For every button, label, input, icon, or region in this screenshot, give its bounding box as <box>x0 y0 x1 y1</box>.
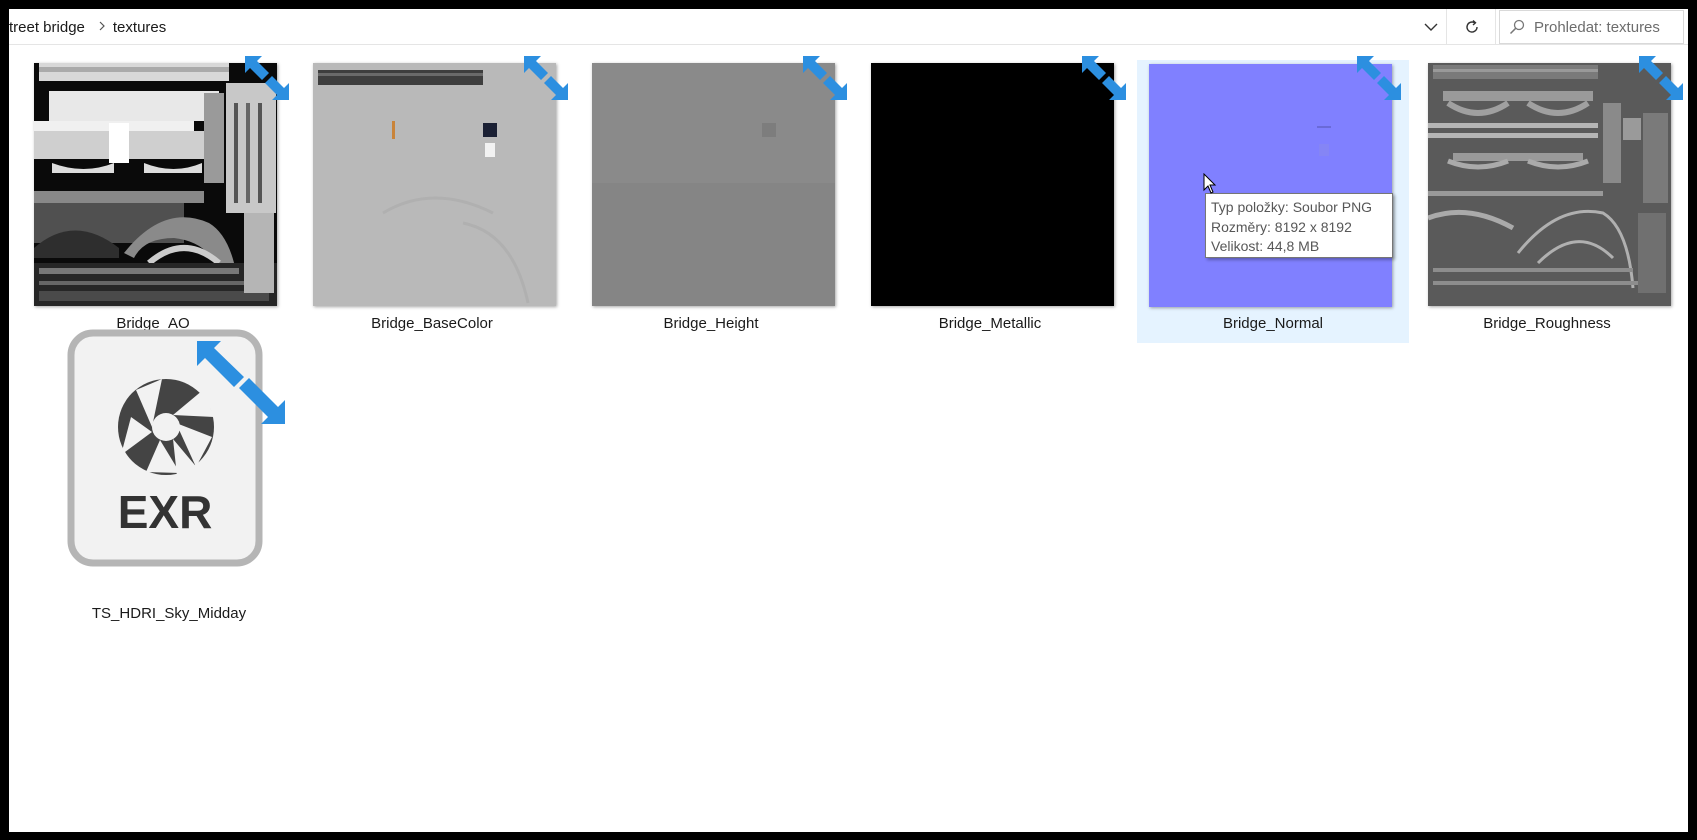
file-item[interactable]: Bridge_AO <box>17 56 289 339</box>
compressed-overlay-icon <box>245 56 289 100</box>
divider <box>1495 9 1496 45</box>
breadcrumb-item-current[interactable]: textures <box>113 19 172 36</box>
search-input[interactable] <box>1534 18 1679 36</box>
compressed-overlay-icon <box>524 56 568 100</box>
file-item[interactable]: Bridge_Roughness <box>1411 56 1683 339</box>
mouse-cursor-icon <box>1203 173 1217 194</box>
exr-file-icon: EXR <box>67 329 285 567</box>
search-icon <box>1500 11 1534 43</box>
tooltip-type: Typ položky: Soubor PNG <box>1211 199 1373 215</box>
texture-thumbnail <box>34 63 277 306</box>
compressed-overlay-icon <box>1639 56 1683 100</box>
file-name[interactable]: Bridge_Normal <box>1137 315 1409 332</box>
file-item[interactable]: EXR TS_HDRI_Sky_Midday <box>49 329 289 629</box>
file-name[interactable]: Bridge_BaseColor <box>296 315 568 332</box>
file-item[interactable]: Bridge_BaseColor <box>296 56 568 339</box>
texture-thumbnail <box>1149 64 1392 307</box>
chevron-down-icon <box>1424 23 1438 31</box>
breadcrumb-item-parent[interactable]: treet bridge <box>9 19 91 36</box>
file-name[interactable]: Bridge_Height <box>575 315 847 332</box>
file-name[interactable]: Bridge_Roughness <box>1411 315 1683 332</box>
compressed-overlay-icon <box>803 56 847 100</box>
tooltip-size: Velikost: 44,8 MB <box>1211 238 1320 254</box>
breadcrumb[interactable]: treet bridge textures <box>9 9 172 45</box>
file-item[interactable]: Bridge_Metallic <box>854 56 1126 339</box>
file-explorer-window: treet bridge textures Prohledat: texture… <box>9 9 1688 832</box>
file-name[interactable]: TS_HDRI_Sky_Midday <box>49 605 289 622</box>
refresh-icon <box>1466 19 1478 33</box>
breadcrumb-chevron-icon[interactable] <box>91 20 113 34</box>
texture-thumbnail <box>1428 63 1671 306</box>
compressed-overlay-icon <box>1357 56 1401 100</box>
divider <box>1446 9 1447 45</box>
refresh-button[interactable] <box>1459 15 1485 39</box>
texture-thumbnail <box>871 63 1114 306</box>
tooltip-dimensions: Rozměry: 8192 x 8192 <box>1211 218 1352 235</box>
file-item[interactable]: Bridge_Height <box>575 56 847 339</box>
texture-thumbnail <box>313 63 556 306</box>
compressed-overlay-icon <box>1082 56 1126 100</box>
file-name[interactable]: Bridge_Metallic <box>854 315 1126 332</box>
texture-thumbnail <box>592 63 835 306</box>
address-history-dropdown[interactable] <box>1419 15 1443 39</box>
search-box[interactable] <box>1499 10 1684 44</box>
address-bar: treet bridge textures <box>9 9 1688 45</box>
exr-label: EXR <box>118 486 213 538</box>
file-info-tooltip: Typ položky: Soubor PNG Rozměry: 8192 x … <box>1205 193 1393 258</box>
